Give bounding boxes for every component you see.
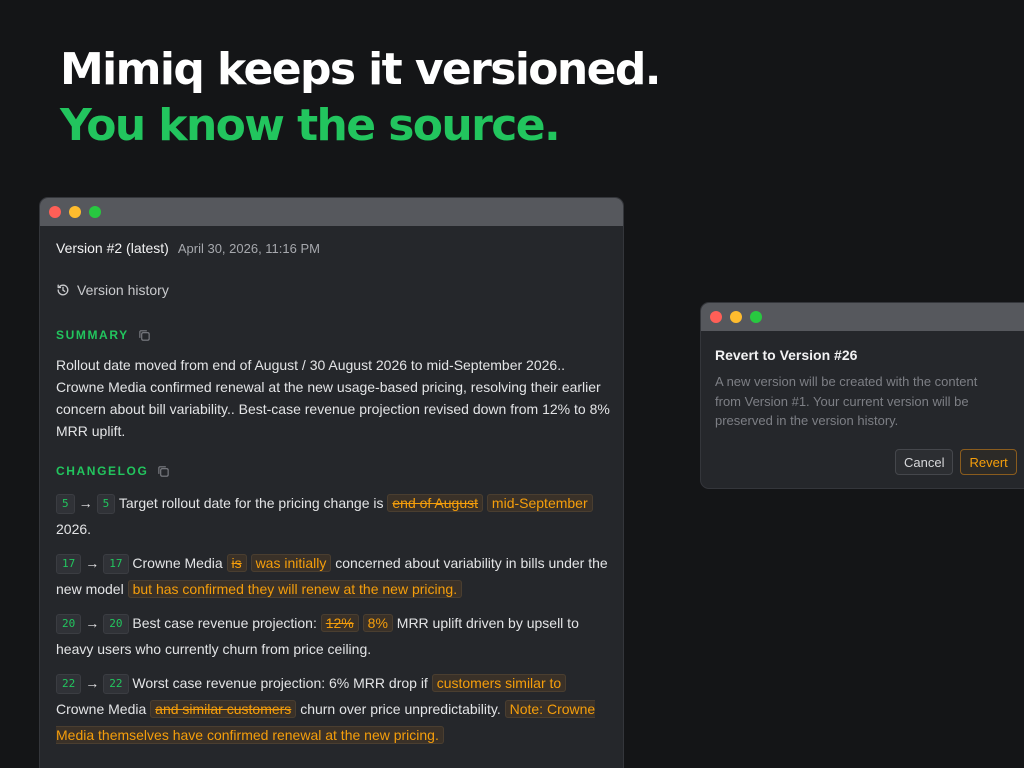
arrow-icon: → xyxy=(85,615,100,631)
inserted-text: mid-September xyxy=(486,494,593,512)
revert-button[interactable]: Revert xyxy=(960,449,1017,475)
line-number-to: 20 xyxy=(103,614,129,634)
version-window: Version #2 (latest) April 30, 2026, 11:1… xyxy=(39,197,624,768)
arrow-icon: → xyxy=(85,555,100,571)
summary-label: SUMMARY xyxy=(56,328,129,342)
entry-text: 2026. xyxy=(56,521,92,537)
changelog-entry: 22 → 22 Worst case revenue projection: 6% … xyxy=(56,670,611,748)
window-titlebar xyxy=(40,198,623,226)
version-header: Version #2 (latest) April 30, 2026, 11:1… xyxy=(56,240,607,256)
entry-text: Worst case revenue projection: 6% MRR dr… xyxy=(132,675,432,691)
copy-icon[interactable] xyxy=(157,465,170,478)
changelog-label: CHANGELOG xyxy=(56,464,149,478)
line-number-from: 5 xyxy=(56,494,75,514)
entry-text: Best case revenue projection: xyxy=(132,615,321,631)
summary-section-header: SUMMARY xyxy=(56,328,607,342)
headline: Mimiq keeps it versioned. You know the s… xyxy=(60,42,662,154)
inserted-text: customers similar to xyxy=(431,674,567,692)
changelog-entry: 17 → 17 Crowne Media is was initially conc… xyxy=(56,550,611,602)
changelog-entry: 5 → 5 Target rollout date for the pricing … xyxy=(56,490,611,542)
version-date: April 30, 2026, 11:16 PM xyxy=(177,241,320,256)
dialog-message: A new version will be created with the c… xyxy=(715,374,978,428)
line-number-from: 22 xyxy=(56,674,82,694)
arrow-icon: → xyxy=(85,675,100,691)
entry-text: churn over price unpredictability. xyxy=(296,701,505,717)
arrow-icon: → xyxy=(78,495,93,511)
line-number-to: 5 xyxy=(96,494,116,514)
minimize-window-button[interactable] xyxy=(730,311,742,323)
copy-icon[interactable] xyxy=(138,329,151,342)
revert-dialog: Revert to Version #26 A new version will… xyxy=(700,302,1024,489)
entry-text: Target rollout date for the pricing chan… xyxy=(118,495,388,511)
history-icon xyxy=(56,283,70,297)
deleted-text: is xyxy=(226,554,247,572)
line-number-to: 17 xyxy=(103,554,129,574)
dialog-title: Revert to Version #26 xyxy=(715,347,858,363)
headline-line-1: Mimiq keeps it versioned. xyxy=(60,44,662,95)
line-number-from: 17 xyxy=(56,554,82,574)
deleted-text: end of August xyxy=(387,494,484,512)
inserted-text: was initially xyxy=(250,554,332,572)
close-window-button[interactable] xyxy=(710,311,722,323)
dialog-titlebar xyxy=(701,303,1024,331)
version-title: Version #2 (latest) xyxy=(56,240,169,256)
changelog-list: 5 → 5 Target rollout date for the pricing … xyxy=(56,490,608,748)
changelog-section-header: CHANGELOG xyxy=(56,464,607,478)
entry-text: Crowne Media xyxy=(132,555,227,571)
version-history-link[interactable]: Version history xyxy=(56,282,607,298)
version-history-label: Version history xyxy=(77,282,169,298)
changelog-entry: 20 → 20 Best case revenue projection: 12% … xyxy=(56,610,611,662)
line-number-to: 22 xyxy=(103,674,129,694)
line-number-from: 20 xyxy=(56,614,82,634)
maximize-window-button[interactable] xyxy=(750,311,762,323)
deleted-text: 12% xyxy=(320,614,359,632)
cancel-button[interactable]: Cancel xyxy=(895,449,954,475)
dialog-actions: Cancel Revert xyxy=(895,449,1017,475)
deleted-text: and similar customers xyxy=(150,700,297,718)
headline-line-2: You know the source. xyxy=(60,100,561,151)
summary-text: Rollout date moved from end of August / … xyxy=(56,357,610,439)
maximize-window-button[interactable] xyxy=(89,206,101,218)
inserted-text: 8% xyxy=(362,614,393,632)
entry-text: Crowne Media xyxy=(56,701,151,717)
inserted-text: but has confirmed they will renew at the… xyxy=(127,580,463,598)
close-window-button[interactable] xyxy=(49,206,61,218)
minimize-window-button[interactable] xyxy=(69,206,81,218)
